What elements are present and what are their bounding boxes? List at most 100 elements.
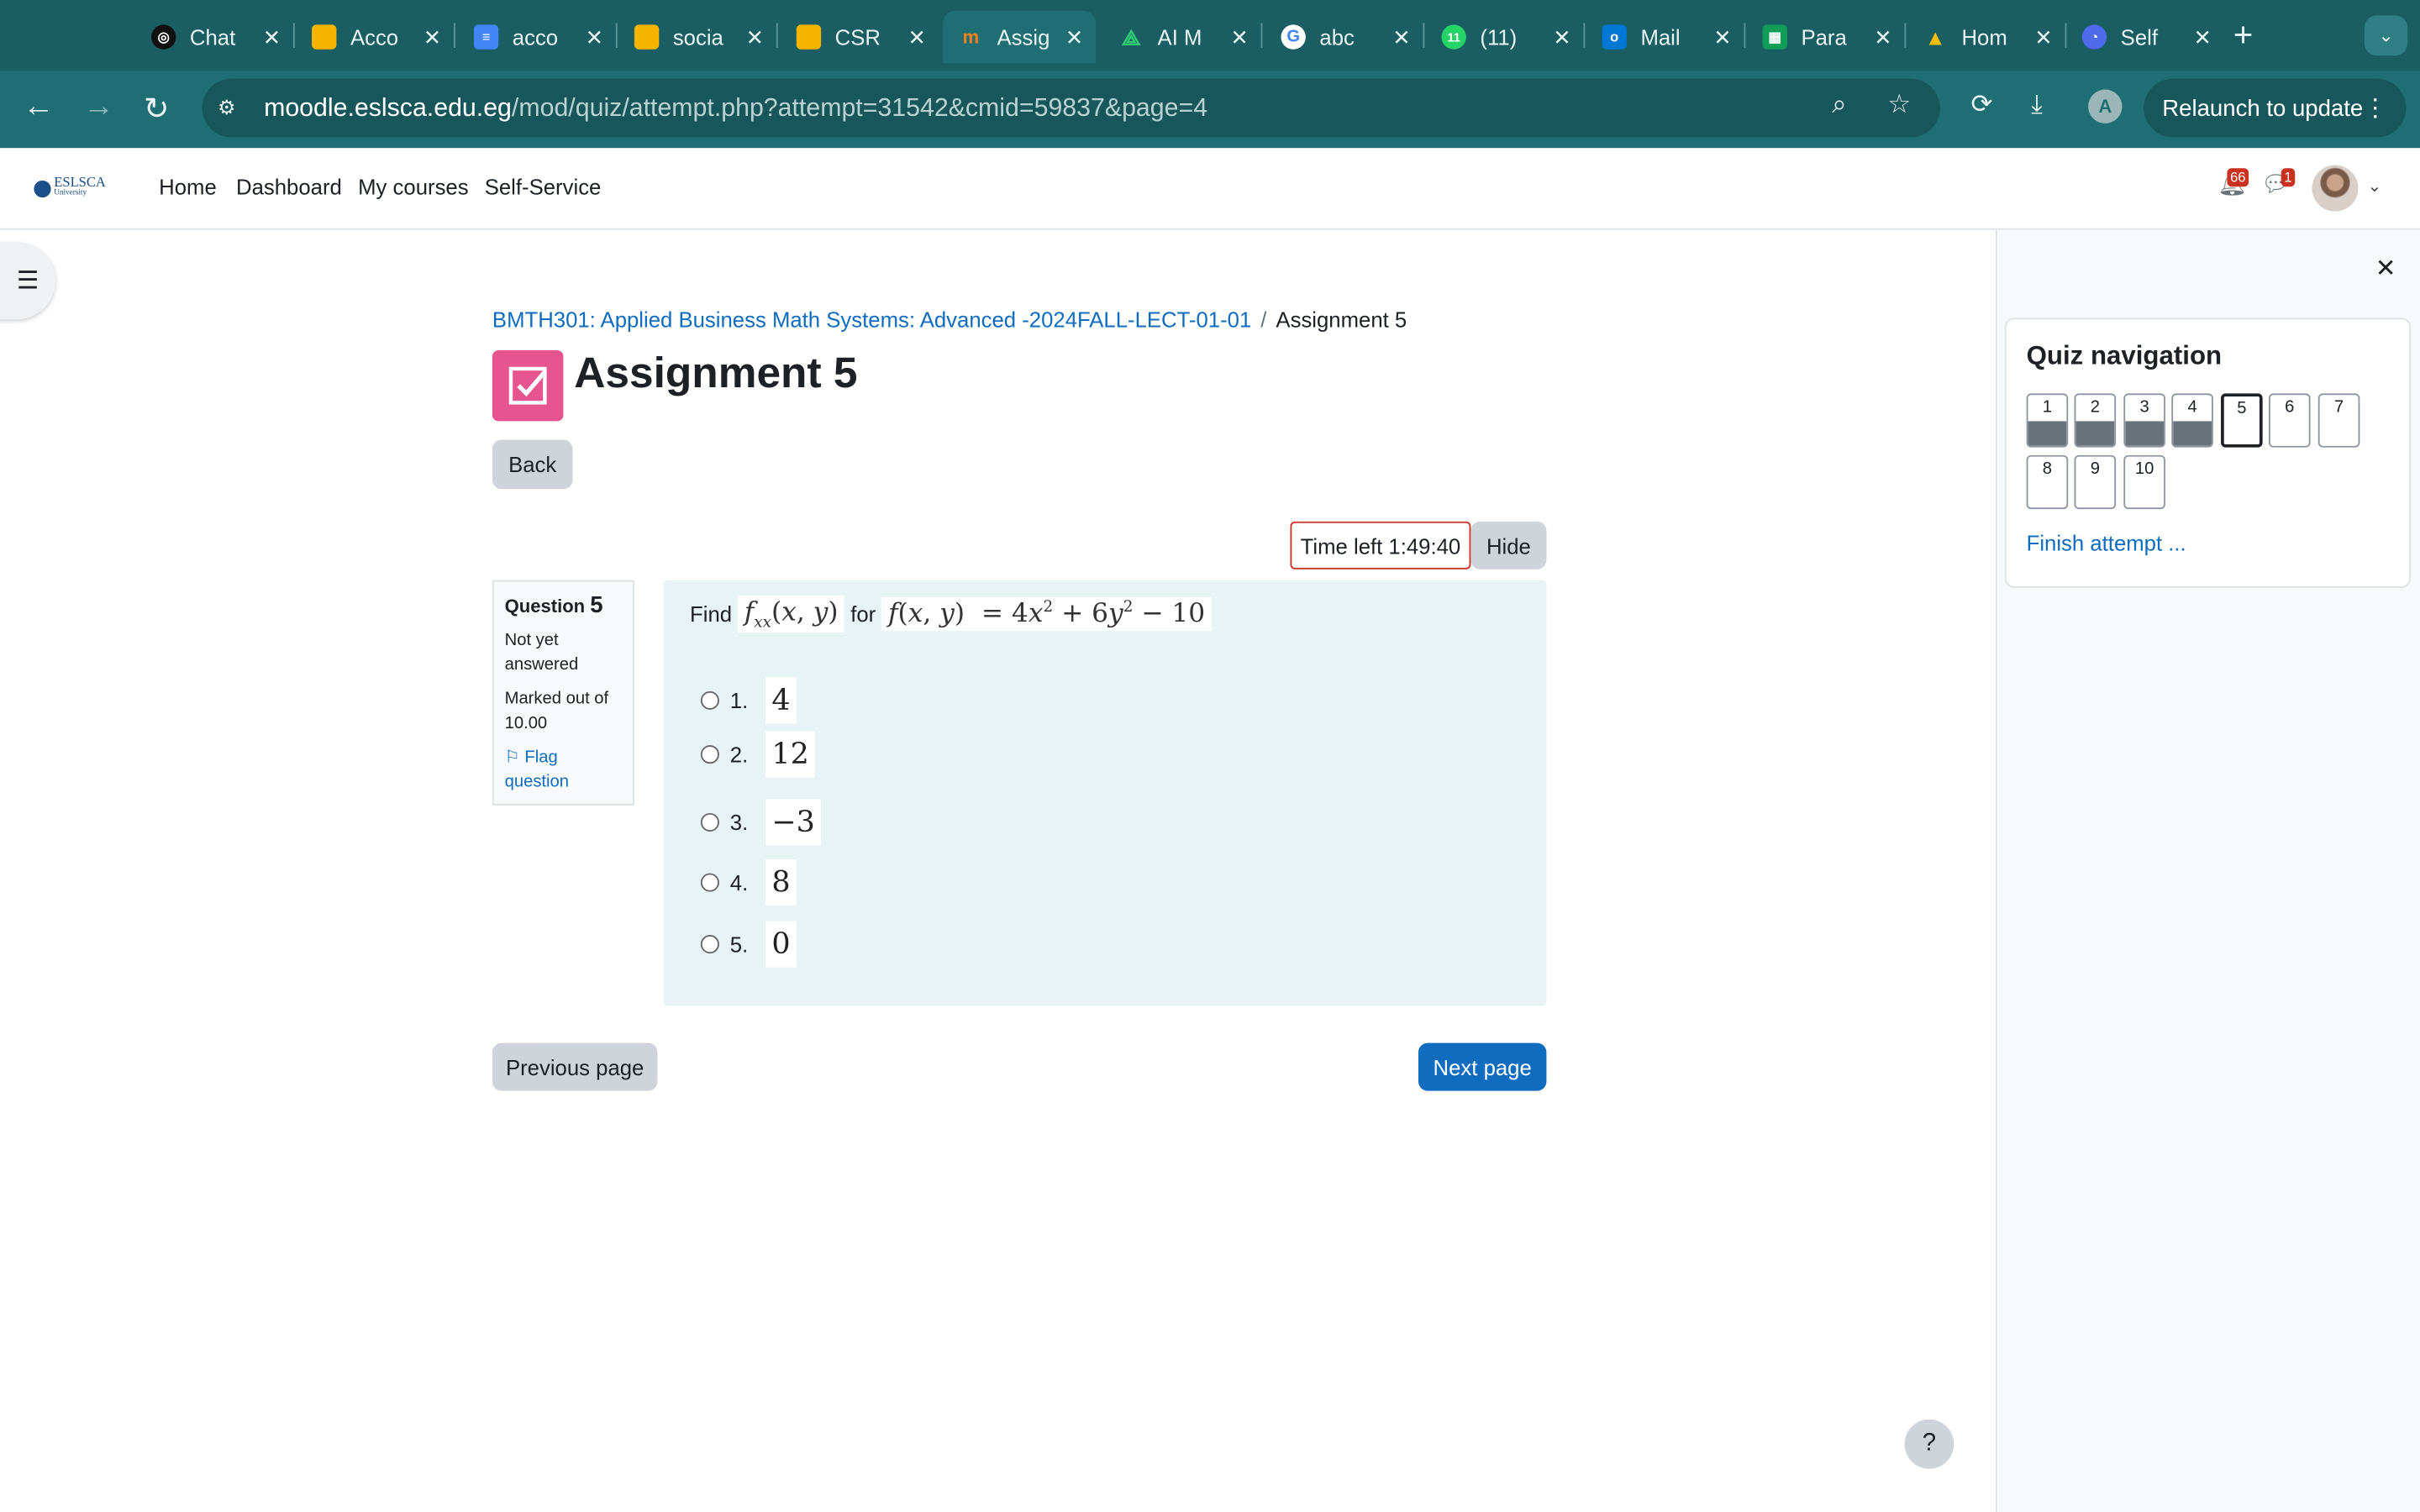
- self-service-icon: ◔: [2081, 24, 2107, 50]
- tab-label: Acco: [350, 24, 399, 50]
- notification-count-badge: 66: [2227, 168, 2249, 187]
- close-icon[interactable]: ✕: [1553, 24, 1571, 50]
- close-icon[interactable]: ✕: [908, 24, 926, 50]
- tab-whatsapp[interactable]: 11 (11) ✕: [1441, 11, 1584, 63]
- tab-home-drive[interactable]: ▲ Hom ✕: [1923, 11, 2065, 63]
- quiz-nav-number: 5: [2237, 399, 2247, 418]
- forward-arrow-icon[interactable]: →: [83, 90, 114, 125]
- relaunch-button[interactable]: Relaunch to update ⋮: [2144, 78, 2407, 138]
- radio-button[interactable]: [700, 873, 719, 892]
- option-value: 4: [765, 677, 797, 724]
- quiz-nav-question-10[interactable]: 10: [2123, 454, 2165, 510]
- close-icon[interactable]: ✕: [1713, 24, 1732, 50]
- radio-button[interactable]: [700, 745, 719, 764]
- nav-home[interactable]: Home: [159, 175, 217, 199]
- user-avatar[interactable]: [2312, 165, 2359, 212]
- quiz-nav-question-9[interactable]: 9: [2074, 454, 2117, 510]
- nav-dashboard[interactable]: Dashboard: [236, 175, 342, 199]
- google-icon: G: [1281, 24, 1306, 50]
- finish-attempt-link[interactable]: Finish attempt ...: [2027, 531, 2186, 555]
- close-icon[interactable]: ✕: [2375, 253, 2396, 284]
- zoom-icon[interactable]: ⌕: [1832, 90, 1847, 121]
- tab-self[interactable]: ◔ Self ✕: [2081, 11, 2224, 63]
- radio-button[interactable]: [700, 812, 719, 832]
- help-button[interactable]: ?: [1904, 1419, 1954, 1469]
- nav-self-service[interactable]: Self-Service: [485, 175, 602, 199]
- tab-assignment-active[interactable]: m Assig ✕: [943, 10, 1097, 64]
- close-icon[interactable]: ✕: [586, 24, 604, 50]
- previous-page-button[interactable]: Previous page: [492, 1042, 658, 1091]
- close-icon[interactable]: ✕: [1230, 24, 1249, 50]
- quiz-nav-question-6[interactable]: 6: [2268, 393, 2311, 448]
- quiz-nav-question-8[interactable]: 8: [2026, 454, 2069, 510]
- answer-option[interactable]: 3. −3: [700, 799, 822, 846]
- quiz-nav-question-2[interactable]: 2: [2074, 393, 2117, 448]
- math-fxx: fxx(x, y): [738, 595, 844, 633]
- answer-option[interactable]: 2. 12: [700, 731, 816, 778]
- math-function: f(x, y) = 4x2 + 6y2 − 10: [881, 597, 1212, 632]
- option-value: −3: [765, 799, 822, 846]
- tab-para[interactable]: ▦ Para ✕: [1762, 11, 1905, 63]
- close-icon[interactable]: ✕: [2034, 24, 2053, 50]
- quiz-nav-number: 6: [2285, 397, 2295, 417]
- quiz-nav-question-5-current[interactable]: 5: [2221, 393, 2263, 448]
- tab-acco[interactable]: Acco ✕: [312, 11, 454, 63]
- close-icon[interactable]: ✕: [2193, 24, 2212, 50]
- tab-chat[interactable]: ◎ Chat ✕: [150, 11, 293, 63]
- chevron-down-icon[interactable]: ⌄: [2364, 15, 2408, 56]
- outlook-icon: o: [1602, 24, 1627, 50]
- site-settings-icon[interactable]: ⚙: [218, 96, 245, 120]
- question-box: Find fxx(x, y) for f(x, y) = 4x2 + 6y2 −…: [663, 580, 1547, 1006]
- option-value: 8: [765, 859, 797, 906]
- tab-csr[interactable]: CSR ✕: [796, 11, 939, 63]
- close-icon[interactable]: ✕: [1065, 24, 1084, 50]
- quiz-nav-question-1[interactable]: 1: [2026, 393, 2069, 448]
- radio-button[interactable]: [700, 690, 719, 710]
- tab-label: (11): [1480, 24, 1518, 50]
- tab-label: Chat: [189, 24, 236, 50]
- answer-option[interactable]: 4. 8: [700, 859, 797, 906]
- quiz-nav-question-3[interactable]: 3: [2123, 393, 2165, 448]
- question-status: Not yet answered: [504, 631, 579, 675]
- extension-icon[interactable]: ⟳: [1971, 90, 1993, 121]
- option-number: 2.: [729, 742, 749, 767]
- close-icon[interactable]: ✕: [1392, 24, 1411, 50]
- bookmark-star-icon[interactable]: ☆: [1887, 90, 1911, 121]
- close-icon[interactable]: ✕: [1874, 24, 1892, 50]
- chevron-down-icon[interactable]: ⌄: [2368, 176, 2382, 196]
- profile-avatar[interactable]: A: [2088, 89, 2123, 123]
- back-arrow-icon[interactable]: ←: [24, 90, 55, 125]
- address-bar[interactable]: ⚙ moodle.eslsca.edu.eg/mod/quiz/attempt.…: [202, 78, 1940, 138]
- close-icon[interactable]: ✕: [263, 24, 281, 50]
- answer-option[interactable]: 1. 4: [700, 677, 797, 724]
- hide-timer-button[interactable]: Hide: [1470, 521, 1547, 570]
- quiz-nav-number: 3: [2139, 397, 2149, 417]
- nav-my-courses[interactable]: My courses: [358, 175, 468, 199]
- new-tab-icon[interactable]: +: [2233, 15, 2254, 55]
- flag-question-link[interactable]: ⚐ Flag question: [505, 745, 623, 795]
- find-label: Find: [690, 601, 733, 627]
- close-icon[interactable]: ✕: [746, 24, 765, 50]
- back-button[interactable]: Back: [492, 439, 573, 490]
- tab-acco-docs[interactable]: ≡ acco ✕: [473, 11, 616, 63]
- quiz-nav-question-7[interactable]: 7: [2317, 393, 2360, 448]
- tab-ai[interactable]: ⟁ AI M ✕: [1119, 11, 1261, 63]
- breadcrumb-course-link[interactable]: BMTH301: Applied Business Math Systems: …: [492, 307, 1251, 332]
- assignment-icon: [492, 349, 564, 422]
- close-icon[interactable]: ✕: [424, 24, 442, 50]
- more-vert-icon[interactable]: ⋮: [2363, 92, 2387, 123]
- reload-icon[interactable]: ↻: [144, 90, 170, 129]
- slides-icon: [796, 24, 822, 50]
- quiz-nav-question-4[interactable]: 4: [2171, 393, 2213, 448]
- eslsca-logo[interactable]: ESLSCA University: [34, 175, 106, 200]
- answer-option[interactable]: 5. 0: [700, 921, 797, 968]
- tab-socia[interactable]: socia ✕: [634, 11, 776, 63]
- tab-label: socia: [672, 24, 723, 50]
- download-icon[interactable]: ⤓: [2031, 90, 2043, 121]
- tab-abc[interactable]: G abc ✕: [1281, 11, 1423, 63]
- next-page-button[interactable]: Next page: [1418, 1042, 1547, 1091]
- course-index-toggle[interactable]: ☰: [0, 242, 56, 320]
- tab-mail[interactable]: o Mail ✕: [1602, 11, 1744, 63]
- radio-button[interactable]: [700, 935, 719, 954]
- tab-label: abc: [1319, 24, 1355, 50]
